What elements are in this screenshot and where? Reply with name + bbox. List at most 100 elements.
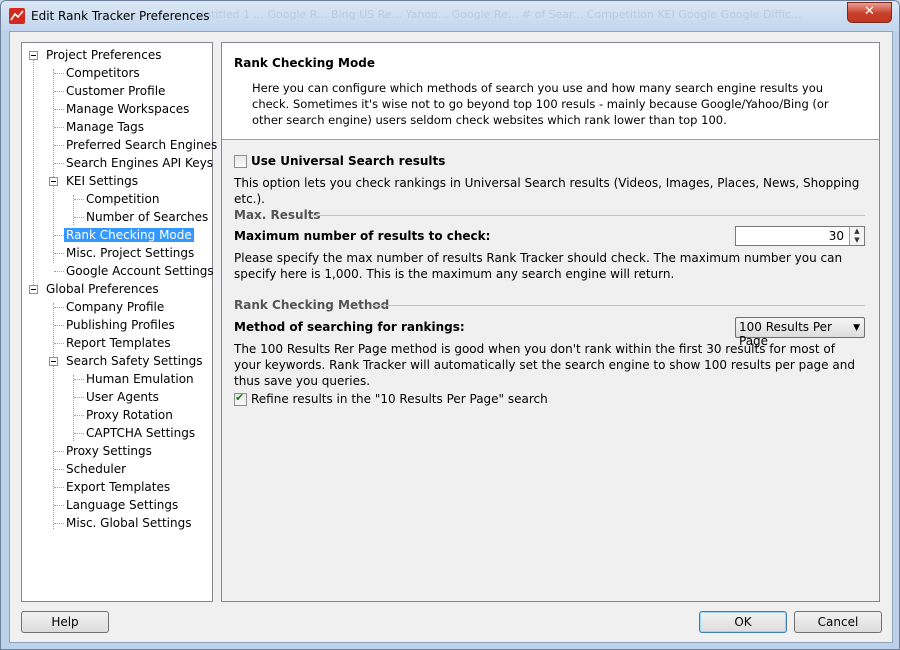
refine-results-checkbox[interactable] [234, 391, 247, 406]
tree-item-company-profile[interactable]: Company Profile [64, 299, 166, 315]
tree-item-search-safety-settings[interactable]: Search Safety Settings [64, 353, 204, 369]
tree-item-misc-global-settings[interactable]: Misc. Global Settings [64, 515, 193, 531]
tree-item-global-preferences[interactable]: Global Preferences [44, 281, 161, 297]
tree-item-proxy-rotation[interactable]: Proxy Rotation [84, 407, 175, 423]
tree-item-user-agents[interactable]: User Agents [84, 389, 161, 405]
tree-item-label: Manage Tags [66, 120, 145, 134]
preferences-tree: Project Preferences Competitors Customer… [21, 42, 217, 602]
tree-item-label: Number of Searches [86, 210, 209, 224]
cancel-button[interactable]: Cancel [794, 611, 882, 633]
tree-item-misc-project-settings[interactable]: Misc. Project Settings [64, 245, 196, 261]
spin-down-icon[interactable]: ▼ [849, 236, 864, 245]
preferences-window: Untitled 1 ... Google R... Bing US Re...… [0, 0, 900, 650]
tree-item-manage-workspaces[interactable]: Manage Workspaces [64, 101, 191, 117]
tree-item-captcha-settings[interactable]: CAPTCHA Settings [84, 425, 197, 441]
tree-item-proxy-settings[interactable]: Proxy Settings [64, 443, 154, 459]
tree-connector [54, 163, 64, 164]
tree-item-label: CAPTCHA Settings [86, 426, 196, 440]
tree-connector [54, 505, 64, 506]
tree-item-label: Proxy Rotation [86, 408, 173, 422]
help-button[interactable]: Help [21, 611, 109, 633]
tree-item-label: Global Preferences [46, 282, 159, 296]
universal-search-checkbox[interactable] [234, 155, 247, 168]
tree-item-label: Rank Checking Mode [64, 228, 194, 242]
spin-up-icon[interactable]: ▲ [849, 227, 864, 236]
ok-button[interactable]: OK [699, 611, 787, 633]
tree-connector [53, 303, 54, 529]
tree-item-label: Human Emulation [86, 372, 194, 386]
tree-item-preferred-search-engines[interactable]: Preferred Search Engines [64, 137, 219, 153]
tree-item-search-engines-api-keys[interactable]: Search Engines API Keys [64, 155, 215, 171]
settings-panel: Rank Checking Mode Here you can configur… [221, 42, 880, 602]
tree-item-rank-checking-mode[interactable]: Rank Checking Mode [64, 227, 194, 243]
panel-description: Here you can configure which methods of … [252, 81, 829, 127]
tree-connector [54, 253, 64, 254]
close-button[interactable]: ✕ [847, 2, 892, 23]
tree-connector [74, 415, 84, 416]
method-help: The 100 Results Rer Page method is good … [234, 342, 855, 388]
tree-connector [54, 73, 64, 74]
tree-item-customer-profile[interactable]: Customer Profile [64, 83, 167, 99]
tree-item-label: Company Profile [66, 300, 165, 314]
app-icon [9, 8, 25, 24]
method-select[interactable]: 100 Results Per Page ▼ [735, 317, 865, 348]
tree-item-language-settings[interactable]: Language Settings [64, 497, 180, 513]
tree-connector [54, 145, 64, 146]
tree-connector [53, 69, 54, 263]
tree-connector [54, 343, 64, 344]
tree-connector [73, 375, 74, 441]
universal-search-label[interactable]: Use Universal Search results [251, 154, 445, 168]
section-divider [372, 305, 865, 306]
window-title: Edit Rank Tracker Preferences [31, 9, 210, 23]
collapse-toggle-icon[interactable] [49, 177, 58, 186]
tree-connector [74, 433, 84, 434]
tree-item-number-of-searches[interactable]: Number of Searches [84, 209, 210, 225]
tree-connector [74, 199, 84, 200]
universal-search-help: This option lets you check rankings in U… [234, 176, 860, 206]
max-results-label: Maximum number of results to check: [234, 229, 491, 243]
tree-item-label: Report Templates [66, 336, 171, 350]
tree-item-label: Google Account Settings [66, 264, 214, 278]
max-results-help: Please specify the max number of results… [234, 251, 843, 281]
tree-item-label: KEI Settings [66, 174, 139, 188]
tree-connector [54, 271, 64, 272]
tree-item-label: Export Templates [66, 480, 171, 494]
tree-item-publishing-profiles[interactable]: Publishing Profiles [64, 317, 177, 333]
tree-item-human-emulation[interactable]: Human Emulation [84, 371, 196, 387]
tree-item-label: Scheduler [66, 462, 127, 476]
title-bar[interactable]: Untitled 1 ... Google R... Bing US Re...… [1, 1, 899, 31]
tree-item-manage-tags[interactable]: Manage Tags [64, 119, 146, 135]
tree-item-google-account-settings[interactable]: Google Account Settings [64, 263, 216, 279]
tree-item-label: Search Safety Settings [66, 354, 203, 368]
dialog-body: Project Preferences Competitors Customer… [9, 31, 893, 643]
tree-item-label: Proxy Settings [66, 444, 152, 458]
max-results-value: 30 [828, 229, 844, 243]
tree-connector [54, 469, 64, 470]
tree-connector [54, 307, 64, 308]
tree-item-competitors[interactable]: Competitors [64, 65, 142, 81]
tree-connector [54, 109, 64, 110]
max-results-stepper[interactable]: 30 ▲ ▼ [735, 226, 865, 246]
method-section-title: Rank Checking Method [234, 298, 390, 312]
tree-item-scheduler[interactable]: Scheduler [64, 461, 128, 477]
tree-item-report-templates[interactable]: Report Templates [64, 335, 173, 351]
tree-item-label: Misc. Global Settings [66, 516, 192, 530]
tree-item-export-templates[interactable]: Export Templates [64, 479, 172, 495]
tree-item-label: Search Engines API Keys [66, 156, 214, 170]
panel-title: Rank Checking Mode [234, 56, 375, 70]
tree-item-label: Competitors [66, 66, 140, 80]
tree-item-kei-settings[interactable]: KEI Settings [64, 173, 140, 189]
chevron-down-icon: ▼ [853, 323, 860, 333]
tree-connector [54, 523, 64, 524]
tree-connector [74, 217, 84, 218]
method-label: Method of searching for rankings: [234, 320, 465, 334]
tree-item-label: Language Settings [66, 498, 179, 512]
tree-connector [54, 127, 64, 128]
tree-item-project-preferences[interactable]: Project Preferences [44, 47, 163, 63]
collapse-toggle-icon[interactable] [29, 285, 38, 294]
refine-results-label[interactable]: Refine results in the "10 Results Per Pa… [251, 391, 548, 407]
collapse-toggle-icon[interactable] [49, 357, 58, 366]
collapse-toggle-icon[interactable] [29, 51, 38, 60]
tree-item-competition[interactable]: Competition [84, 191, 161, 207]
tree-item-label: Misc. Project Settings [66, 246, 195, 260]
